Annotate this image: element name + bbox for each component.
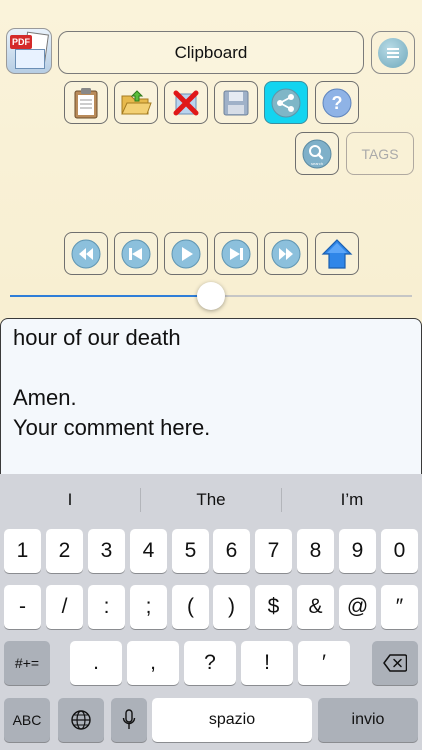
backspace-icon [383,654,407,672]
key-9[interactable]: 9 [339,529,376,573]
suggestion-item[interactable]: I’m [282,490,422,510]
svg-text:?: ? [332,93,343,113]
search-button[interactable]: search [295,132,339,175]
delete-x-icon [173,90,199,115]
symbols-key[interactable]: #+= [4,641,50,685]
key-quote[interactable]: ″ [381,585,418,629]
key-at[interactable]: @ [339,585,376,629]
mic-key[interactable] [111,698,147,742]
return-key[interactable]: invio [318,698,418,742]
search-icon: search [302,139,332,168]
suggestion-item[interactable]: I [0,490,140,510]
space-key[interactable]: spazio [152,698,312,742]
key-0[interactable]: 0 [381,529,418,573]
open-button[interactable] [114,81,158,124]
share-icon [271,88,301,117]
rewind-icon [71,239,101,268]
help-icon: ? [322,88,352,117]
play-button[interactable] [164,232,208,275]
skip-forward-button[interactable] [214,232,258,275]
text-editor[interactable]: hour of our death Amen. Your comment her… [0,318,422,478]
key-apostrophe[interactable]: ′ [298,641,350,685]
key-7[interactable]: 7 [255,529,292,573]
key-hyphen[interactable]: - [4,585,41,629]
suggestion-item[interactable]: The [141,490,281,510]
key-dollar[interactable]: $ [255,585,292,629]
help-button[interactable]: ? [315,81,359,124]
skip-back-button[interactable] [114,232,158,275]
skip-forward-icon [221,239,251,268]
slider-thumb[interactable] [197,282,225,310]
slider-fill [10,295,211,297]
tags-button[interactable]: TAGS [346,132,414,175]
key-question[interactable]: ? [184,641,236,685]
key-slash[interactable]: / [46,585,83,629]
globe-key[interactable] [58,698,104,742]
key-3[interactable]: 3 [88,529,125,573]
key-2[interactable]: 2 [46,529,83,573]
play-icon [171,239,201,268]
menu-button[interactable] [371,31,415,74]
delete-button[interactable] [164,81,208,124]
microphone-icon [122,709,136,729]
globe-icon [71,710,91,730]
clipboard-graphic [15,49,45,69]
key-close-paren[interactable]: ) [213,585,250,629]
abc-key[interactable]: ABC [4,698,50,742]
home-icon [321,238,353,269]
keyboard: I The I’m 1 2 3 4 5 6 7 8 9 0 - / : ; ( … [0,474,422,750]
paste-button[interactable] [64,81,108,124]
hamburger-menu-icon [378,37,408,68]
key-exclaim[interactable]: ! [241,641,293,685]
key-comma[interactable]: , [127,641,179,685]
key-period[interactable]: . [70,641,122,685]
skip-back-icon [121,239,151,268]
key-ampersand[interactable]: & [297,585,334,629]
save-floppy-icon [223,90,249,115]
key-6[interactable]: 6 [213,529,250,573]
key-colon[interactable]: : [88,585,125,629]
key-open-paren[interactable]: ( [172,585,209,629]
search-sub-label: search [311,161,323,166]
key-4[interactable]: 4 [130,529,167,573]
save-button[interactable] [214,81,258,124]
fast-forward-button[interactable] [264,232,308,275]
page-title[interactable]: Clipboard [58,31,364,74]
key-1[interactable]: 1 [4,529,41,573]
clipboard-icon [74,87,98,118]
key-5[interactable]: 5 [172,529,209,573]
rewind-button[interactable] [64,232,108,275]
suggestion-bar: I The I’m [0,474,422,526]
share-button[interactable] [264,81,308,124]
pdf-badge: PDF [10,35,32,49]
fast-forward-icon [271,239,301,268]
home-button[interactable] [315,232,359,275]
folder-open-icon [121,89,152,114]
key-semicolon[interactable]: ; [130,585,167,629]
app-icon[interactable]: PDF [6,28,52,74]
backspace-key[interactable] [372,641,418,685]
key-8[interactable]: 8 [297,529,334,573]
